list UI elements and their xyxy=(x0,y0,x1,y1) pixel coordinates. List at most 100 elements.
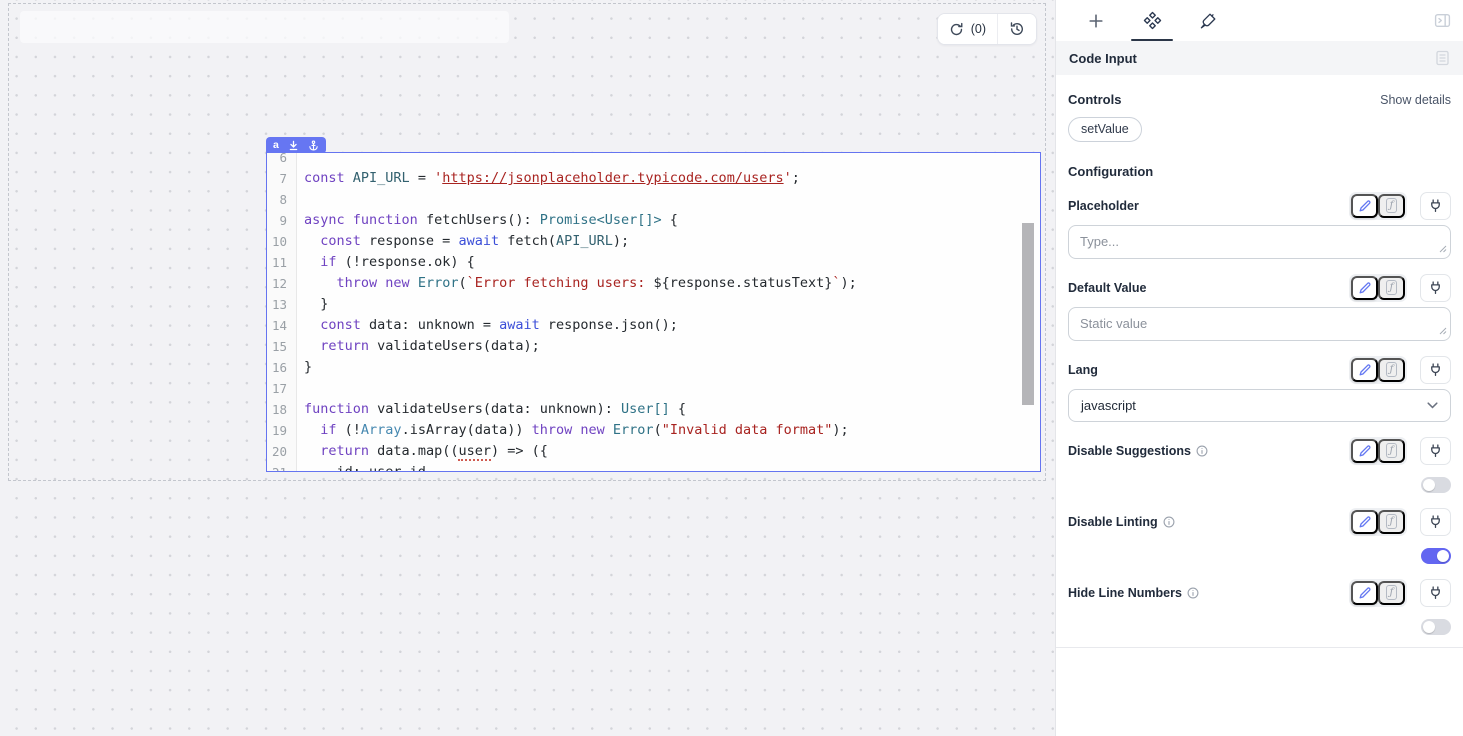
code-editor[interactable]: 6789101112131415161718192021 const API_U… xyxy=(267,153,1040,471)
plug-icon xyxy=(1428,585,1443,600)
static-mode-button[interactable] xyxy=(1351,439,1378,463)
fx-mode-button[interactable]: ƒ xyxy=(1378,276,1405,300)
code-line[interactable]: if (!Array.isArray(data)) throw new Erro… xyxy=(304,420,1040,441)
plus-icon xyxy=(1087,12,1105,30)
code-line[interactable] xyxy=(304,378,1040,399)
code-token: function xyxy=(353,212,418,228)
code-line[interactable]: const response = await fetch(API_URL); xyxy=(304,231,1040,252)
code-token: ); xyxy=(613,233,629,249)
property-header-disable-linting: Disable Lintingƒ xyxy=(1068,507,1451,536)
canvas[interactable]: (0) a 678910111213141516171819202 xyxy=(0,0,1055,736)
configuration-title: Configuration xyxy=(1068,164,1451,179)
move-down-icon[interactable] xyxy=(288,140,299,151)
history-button[interactable] xyxy=(997,14,1036,44)
code-line[interactable] xyxy=(304,189,1040,210)
fx-icon: ƒ xyxy=(1386,362,1397,377)
plug-icon xyxy=(1428,280,1443,295)
static-mode-button[interactable] xyxy=(1351,510,1378,534)
editor-scrollbar-thumb[interactable] xyxy=(1022,223,1034,405)
resize-handle-icon[interactable] xyxy=(1439,323,1447,338)
default-value-input[interactable]: Static value xyxy=(1068,307,1451,341)
bind-data-button[interactable] xyxy=(1420,437,1451,465)
info-icon[interactable] xyxy=(1187,587,1199,599)
code-token: data: unknown = xyxy=(361,317,499,333)
code-token: throw xyxy=(337,275,378,291)
code-line[interactable]: throw new Error(`Error fetching users: $… xyxy=(304,273,1040,294)
property-controls-hide-line-numbers: ƒ xyxy=(1349,579,1451,607)
code-token: ) => ({ xyxy=(491,443,548,459)
tab-add-widget[interactable] xyxy=(1068,0,1124,41)
refresh-icon xyxy=(949,22,964,37)
code-area[interactable]: const API_URL = 'https://jsonplaceholder… xyxy=(297,153,1040,471)
code-token: function xyxy=(304,401,369,417)
fx-mode-button[interactable]: ƒ xyxy=(1378,510,1405,534)
tab-properties[interactable] xyxy=(1124,0,1180,41)
value-mode-segment: ƒ xyxy=(1349,274,1407,302)
code-line[interactable]: id: user.id, xyxy=(304,462,1040,471)
collapse-panel-button[interactable] xyxy=(1434,12,1451,29)
placeholder-input[interactable]: Type... xyxy=(1068,225,1451,259)
static-mode-button[interactable] xyxy=(1351,194,1378,218)
property-label-lang: Lang xyxy=(1068,363,1098,377)
bind-data-button[interactable] xyxy=(1420,356,1451,384)
hide-line-numbers-toggle[interactable] xyxy=(1421,619,1451,635)
code-line[interactable]: async function fetchUsers(): Promise<Use… xyxy=(304,210,1040,231)
anchor-icon[interactable] xyxy=(308,140,319,151)
fx-icon: ƒ xyxy=(1386,443,1397,458)
fx-mode-button[interactable]: ƒ xyxy=(1378,358,1405,382)
fx-mode-button[interactable]: ƒ xyxy=(1378,194,1405,218)
bind-data-button[interactable] xyxy=(1420,508,1451,536)
widget-badge[interactable]: a xyxy=(266,137,326,153)
code-token: `Error fetching users: xyxy=(467,275,654,291)
line-number: 13 xyxy=(267,294,287,315)
code-input-widget[interactable]: a 6789101112131415161718192021 const API… xyxy=(266,152,1041,472)
controls-section-header: Controls Show details xyxy=(1068,92,1451,107)
code-line[interactable]: } xyxy=(304,357,1040,378)
tab-styles[interactable] xyxy=(1180,0,1236,41)
canvas-toolbar: (0) xyxy=(937,13,1037,45)
disable-suggestions-toggle[interactable] xyxy=(1421,477,1451,493)
code-line[interactable]: const API_URL = 'https://jsonplaceholder… xyxy=(304,168,1040,189)
fx-mode-button[interactable]: ƒ xyxy=(1378,581,1405,605)
code-token: ); xyxy=(832,422,848,438)
line-number: 16 xyxy=(267,357,287,378)
code-token: const xyxy=(320,317,361,333)
code-line[interactable]: function validateUsers(data: unknown): U… xyxy=(304,399,1040,420)
code-token: Error xyxy=(613,422,654,438)
lang-select[interactable]: javascript xyxy=(1068,389,1451,422)
code-line[interactable] xyxy=(304,153,1040,168)
code-token: async xyxy=(304,212,345,228)
code-line[interactable]: const data: unknown = await response.jso… xyxy=(304,315,1040,336)
static-mode-button[interactable] xyxy=(1351,581,1378,605)
info-icon[interactable] xyxy=(1163,516,1175,528)
static-mode-button[interactable] xyxy=(1351,276,1378,300)
resize-handle-icon[interactable] xyxy=(1439,241,1447,256)
code-line[interactable]: if (!response.ok) { xyxy=(304,252,1040,273)
code-token xyxy=(345,170,353,186)
reload-queries-button[interactable]: (0) xyxy=(938,14,997,44)
properties-content: Controls Show details setValue Configura… xyxy=(1056,75,1463,736)
fx-mode-button[interactable]: ƒ xyxy=(1378,439,1405,463)
bind-data-button[interactable] xyxy=(1420,192,1451,220)
show-details-link[interactable]: Show details xyxy=(1380,93,1451,107)
fx-icon: ƒ xyxy=(1386,514,1397,529)
info-icon[interactable] xyxy=(1196,445,1208,457)
docs-icon[interactable] xyxy=(1435,50,1450,66)
setvalue-control-chip[interactable]: setValue xyxy=(1068,117,1142,142)
code-token: ' xyxy=(434,170,442,186)
disable-linting-toggle[interactable] xyxy=(1421,548,1451,564)
property-field-default-value: Default ValueƒStatic value xyxy=(1068,273,1451,341)
bind-data-button[interactable] xyxy=(1420,274,1451,302)
property-label-text: Placeholder xyxy=(1068,199,1139,213)
bind-data-button[interactable] xyxy=(1420,579,1451,607)
line-number: 19 xyxy=(267,420,287,441)
code-token: validateUsers(data); xyxy=(369,338,540,354)
property-controls-placeholder: ƒ xyxy=(1349,192,1451,220)
code-line[interactable]: } xyxy=(304,294,1040,315)
widget-title: Code Input xyxy=(1069,51,1137,66)
static-mode-button[interactable] xyxy=(1351,358,1378,382)
property-header-disable-suggestions: Disable Suggestionsƒ xyxy=(1068,436,1451,465)
code-line[interactable]: return validateUsers(data); xyxy=(304,336,1040,357)
code-line[interactable]: return data.map((user) => ({ xyxy=(304,441,1040,462)
code-token: ; xyxy=(792,170,800,186)
